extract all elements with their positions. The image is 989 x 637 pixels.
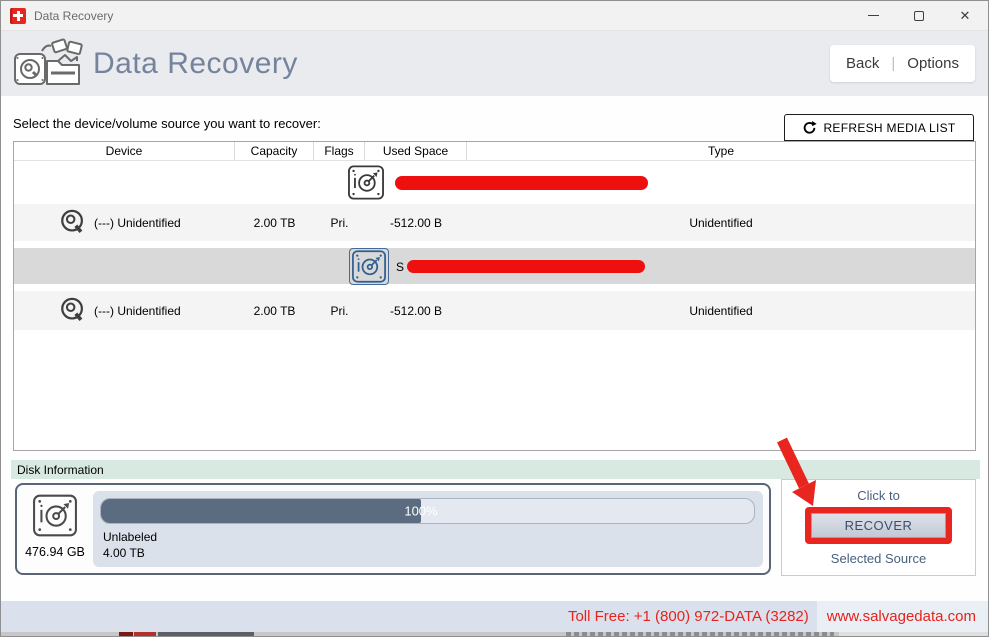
volume-used-space: -512.00 B (389, 215, 443, 230)
table-header-row: Device Capacity Flags Used Space Type (14, 142, 975, 161)
disk-information-panel: 476.94 GB 100% Unlabeled 4.00 TB (15, 483, 771, 575)
window-title: Data Recovery (34, 8, 114, 23)
volume-type: Unidentified (689, 215, 753, 230)
maximize-button[interactable] (896, 1, 942, 30)
minimize-icon (867, 15, 879, 16)
row-separator (14, 241, 975, 248)
window-controls: ✕ (850, 1, 988, 30)
row-separator (14, 284, 975, 291)
click-to-label: Click to (857, 488, 900, 503)
volume-name: (---) Unidentified (94, 215, 181, 230)
select-source-label: Select the device/volume source you want… (13, 116, 321, 131)
disk-information-label: Disk Information (17, 462, 104, 477)
background-window-sliver (1, 632, 988, 636)
table-row-disk-1[interactable] (14, 161, 975, 204)
disk-size-label: 476.94 GB (25, 545, 85, 559)
back-button[interactable]: Back (846, 55, 879, 72)
volume-search-icon (61, 297, 83, 322)
disk-icon-box (346, 164, 386, 201)
recover-button[interactable]: RECOVER (811, 513, 946, 538)
usage-progress-bar: 100% (100, 498, 755, 524)
app-window: Data Recovery ✕ Data Recovery Back | Opt… (0, 0, 989, 637)
column-header-used-space: Used Space (365, 142, 467, 160)
redacted-device-name (407, 260, 645, 273)
progress-fill (101, 499, 421, 523)
data-recovery-logo-icon (14, 37, 83, 85)
background-fragment (134, 632, 156, 636)
volume-used-space: -512.00 B (389, 303, 443, 318)
table-row-volume-1[interactable]: (---) Unidentified 2.00 TB Pri. -512.00 … (14, 204, 975, 241)
background-fragment (839, 632, 988, 636)
recover-highlight-frame: RECOVER (805, 507, 952, 544)
back-options-group: Back | Options (830, 45, 975, 82)
hard-disk-icon-selected (352, 250, 386, 283)
hard-disk-icon (348, 165, 384, 200)
main-content: Select the device/volume source you want… (1, 96, 988, 601)
header: Data Recovery Back | Options (1, 31, 988, 96)
progress-label: 100% (404, 503, 438, 519)
device-name-visible-prefix: S (395, 259, 404, 274)
website-link[interactable]: www.salvagedata.com (816, 601, 988, 632)
minimize-button[interactable] (850, 1, 896, 30)
volume-flags: Pri. (330, 215, 349, 230)
volume-capacity: 2.00 TB (253, 303, 296, 318)
column-header-flags: Flags (314, 142, 365, 160)
close-button[interactable]: ✕ (942, 1, 988, 30)
refresh-icon (804, 120, 818, 134)
volume-capacity-label: 4.00 TB (103, 546, 145, 560)
selected-source-label: Selected Source (830, 551, 927, 566)
volume-usage-panel: 100% Unlabeled 4.00 TB (93, 491, 763, 567)
column-header-capacity: Capacity (235, 142, 314, 160)
disk-information-section-header: Disk Information (11, 460, 980, 479)
volume-flags: Pri. (330, 303, 349, 318)
background-fragment (566, 632, 834, 636)
device-table: Device Capacity Flags Used Space Type (-… (13, 141, 976, 451)
button-divider: | (891, 55, 896, 72)
table-row-volume-2[interactable]: (---) Unidentified 2.00 TB Pri. -512.00 … (14, 291, 975, 330)
volume-search-icon (61, 209, 83, 234)
hard-disk-icon (33, 494, 77, 537)
refresh-label: REFRESH MEDIA LIST (823, 120, 956, 135)
column-header-device: Device (14, 142, 235, 160)
options-button[interactable]: Options (907, 55, 959, 72)
volume-name: (---) Unidentified (94, 303, 181, 318)
redacted-device-name (395, 175, 648, 190)
app-logo-icon (10, 7, 26, 24)
refresh-media-list-button[interactable]: REFRESH MEDIA LIST (784, 114, 974, 141)
footer-bar: Toll Free: +1 (800) 972-DATA (3282) www.… (1, 601, 988, 632)
volume-capacity: 2.00 TB (253, 215, 296, 230)
background-fragment (158, 632, 254, 636)
toll-free-label: Toll Free: +1 (800) 972-DATA (3282) (567, 608, 809, 625)
disk-summary-cell: 476.94 GB (17, 485, 93, 573)
table-row-disk-2-selected[interactable]: S (14, 248, 975, 285)
volume-label: Unlabeled (103, 530, 158, 544)
maximize-icon (914, 10, 924, 21)
volume-type: Unidentified (689, 303, 753, 318)
background-fragment (119, 632, 133, 636)
page-title: Data Recovery (93, 46, 298, 80)
column-header-type: Type (707, 144, 734, 158)
disk-icon-box-selected (348, 248, 389, 285)
recover-panel: Click to RECOVER Selected Source (781, 479, 976, 576)
titlebar: Data Recovery ✕ (1, 1, 988, 31)
close-icon: ✕ (959, 8, 971, 23)
